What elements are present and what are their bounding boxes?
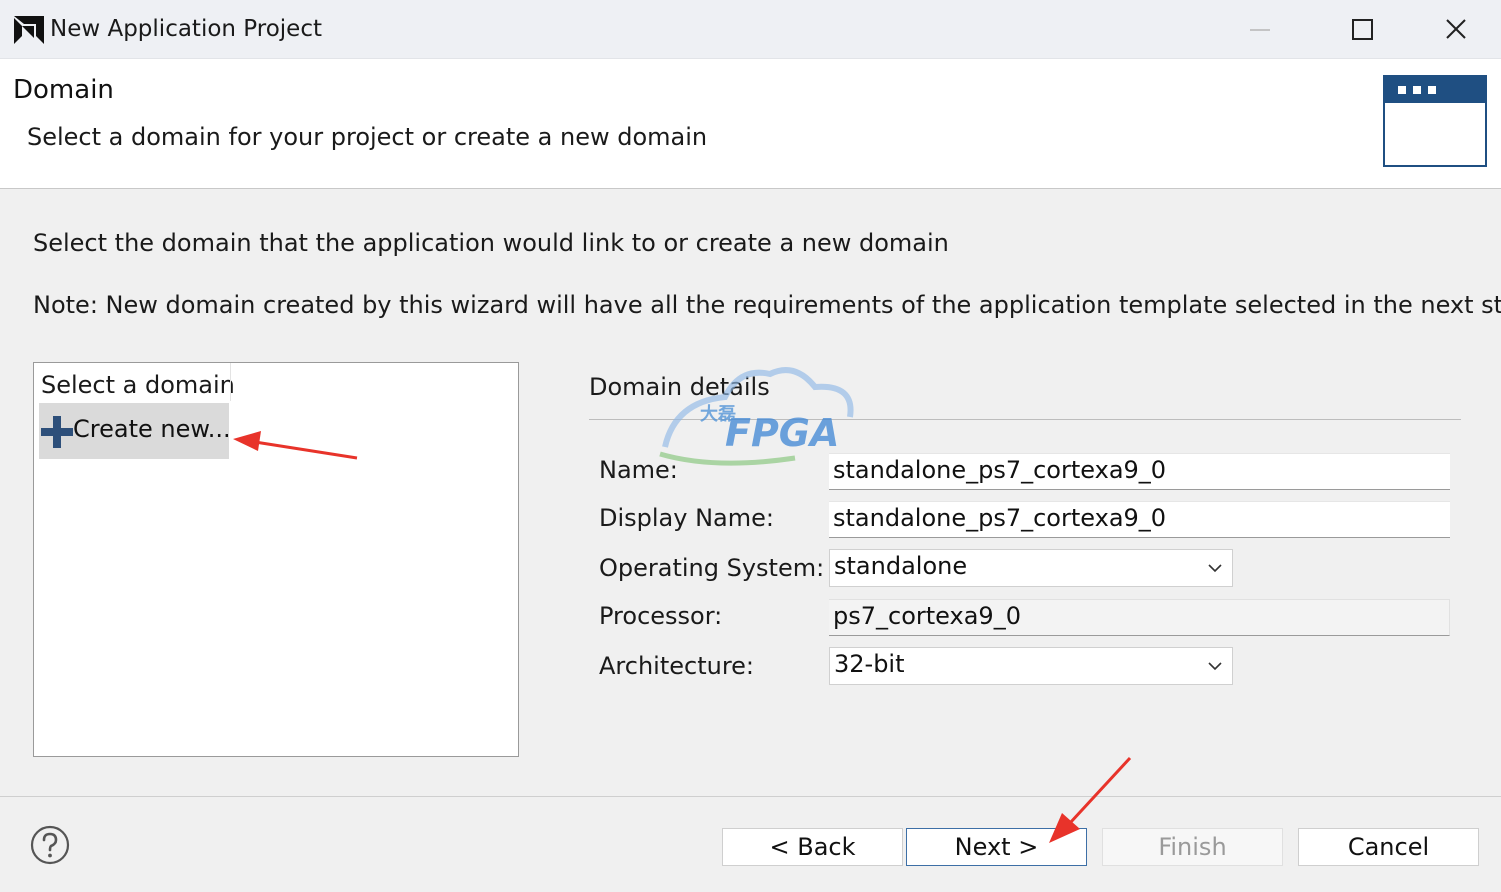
- wizard-header: Domain Select a domain for your project …: [0, 59, 1501, 189]
- architecture-select[interactable]: 32-bit: [829, 647, 1233, 685]
- processor-field: ps7_cortexa9_0: [829, 599, 1450, 636]
- watermark-logo: 大磊 FPGA: [659, 367, 854, 466]
- minimize-icon[interactable]: [1230, 10, 1290, 50]
- chevron-down-icon: [1208, 564, 1222, 573]
- annotation-arrow-icon: [233, 431, 358, 460]
- plus-icon: [41, 416, 73, 448]
- note-text: Note: New domain created by this wizard …: [33, 291, 1501, 319]
- window-icon: [1383, 75, 1487, 167]
- close-icon[interactable]: [1426, 10, 1486, 50]
- watermark-text: FPGA: [725, 411, 839, 455]
- processor-label: Processor:: [599, 602, 723, 630]
- page-title: Domain: [13, 75, 114, 105]
- architecture-value: 32-bit: [834, 650, 905, 678]
- maximize-icon[interactable]: [1333, 10, 1393, 50]
- column-divider: [230, 363, 231, 401]
- name-field[interactable]: standalone_ps7_cortexa9_0: [829, 453, 1450, 490]
- operating-system-value: standalone: [834, 552, 968, 580]
- intro-text: Select the domain that the application w…: [33, 229, 949, 257]
- cancel-button[interactable]: Cancel: [1298, 828, 1479, 866]
- chevron-down-icon: [1208, 662, 1222, 671]
- operating-system-select[interactable]: standalone: [829, 549, 1233, 587]
- help-icon[interactable]: [30, 825, 70, 865]
- display-name-field[interactable]: standalone_ps7_cortexa9_0: [829, 501, 1450, 538]
- footer-divider: [0, 796, 1501, 797]
- page-subtitle: Select a domain for your project or crea…: [27, 123, 708, 151]
- list-column-header[interactable]: Select a domain: [41, 371, 235, 399]
- architecture-label: Architecture:: [599, 652, 755, 680]
- app-logo-icon: [14, 16, 44, 44]
- title-bar: New Application Project: [0, 0, 1501, 59]
- annotation-arrow-icon: [1049, 756, 1132, 843]
- list-item-create-new[interactable]: Create new...: [39, 403, 231, 459]
- display-name-label: Display Name:: [599, 504, 774, 532]
- back-button[interactable]: < Back: [722, 828, 903, 866]
- window-title: New Application Project: [50, 16, 322, 42]
- operating-system-label: Operating System:: [599, 554, 825, 582]
- list-item-label: Create new...: [73, 415, 231, 443]
